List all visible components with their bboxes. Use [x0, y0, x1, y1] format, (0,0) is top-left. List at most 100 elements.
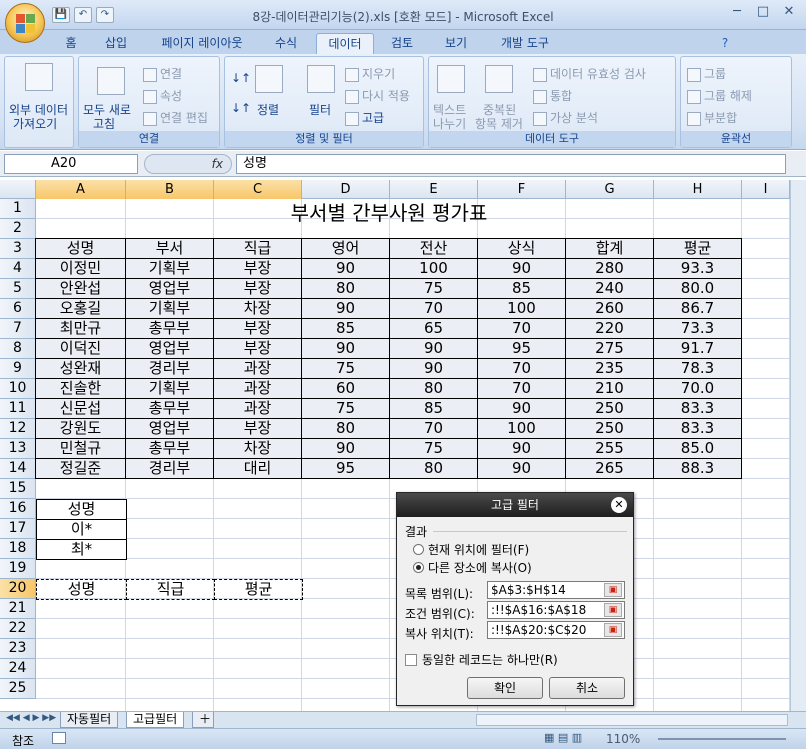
table-cell[interactable]: 총무부	[125, 398, 214, 419]
table-cell[interactable]: 100	[477, 298, 566, 319]
name-box[interactable]: A20	[4, 154, 138, 174]
tab-page-layout[interactable]: 페이지 레이아웃	[148, 33, 256, 54]
table-header-cell[interactable]: 영어	[301, 238, 390, 259]
sheet-tab-autofilter[interactable]: 자동필터	[60, 712, 119, 728]
remove-duplicates-label2[interactable]: 항목 제거	[475, 115, 523, 132]
row-header[interactable]: 3	[0, 239, 36, 259]
office-button[interactable]	[5, 3, 45, 43]
row-header[interactable]: 12	[0, 419, 36, 439]
view-buttons[interactable]: ▦ ▤ ▥	[544, 731, 582, 744]
row-header[interactable]: 21	[0, 599, 36, 619]
table-cell[interactable]: 70	[477, 358, 566, 379]
ungroup-button[interactable]: 그룹 해제	[687, 87, 752, 104]
row-header[interactable]: 15	[0, 479, 36, 499]
what-if-button[interactable]: 가상 분석	[533, 109, 598, 126]
redo-icon[interactable]: ↷	[96, 7, 114, 23]
sort-button[interactable]: 정렬	[257, 101, 279, 118]
row-header[interactable]: 7	[0, 319, 36, 339]
connections-button[interactable]: 연결	[143, 65, 182, 82]
table-cell[interactable]: 이정민	[35, 258, 126, 279]
save-icon[interactable]: 💾	[52, 7, 70, 23]
ok-button[interactable]: 확인	[467, 677, 543, 699]
range-picker-icon[interactable]: ▣	[604, 603, 622, 617]
table-cell[interactable]: 85	[389, 398, 478, 419]
table-cell[interactable]: 275	[565, 338, 654, 359]
table-cell[interactable]: 강원도	[35, 418, 126, 439]
select-all-corner[interactable]	[0, 180, 36, 199]
column-header-c[interactable]: C	[214, 180, 302, 199]
table-cell[interactable]: 95	[301, 458, 390, 479]
clear-button[interactable]: 지우기	[345, 65, 395, 82]
row-header[interactable]: 8	[0, 339, 36, 359]
table-cell[interactable]: 90	[389, 338, 478, 359]
table-cell[interactable]: 80	[301, 278, 390, 299]
range-picker-icon[interactable]: ▣	[604, 583, 622, 597]
maximize-button[interactable]: □	[752, 4, 774, 22]
criteria-cell[interactable]: 성명	[36, 499, 127, 520]
tab-insert[interactable]: 삽입	[96, 33, 136, 54]
table-cell[interactable]: 85.0	[653, 438, 742, 459]
formula-input[interactable]: 성명	[236, 154, 786, 174]
table-cell[interactable]: 280	[565, 258, 654, 279]
radio-copy[interactable]	[413, 562, 424, 573]
table-cell[interactable]: 90	[301, 258, 390, 279]
table-cell[interactable]: 대리	[213, 458, 302, 479]
table-cell[interactable]: 과장	[213, 378, 302, 399]
row-header[interactable]: 23	[0, 639, 36, 659]
tab-formulas[interactable]: 수식	[266, 33, 306, 54]
copy-to-input[interactable]: :!!$A$20:$C$20 ▣	[487, 621, 625, 639]
table-cell[interactable]: 70	[389, 418, 478, 439]
table-cell[interactable]: 총무부	[125, 438, 214, 459]
column-header-e[interactable]: E	[390, 180, 478, 199]
table-cell[interactable]: 86.7	[653, 298, 742, 319]
row-header[interactable]: 20	[0, 579, 36, 599]
tab-developer[interactable]: 개발 도구	[490, 33, 560, 54]
table-cell[interactable]: 90	[301, 438, 390, 459]
table-cell[interactable]: 65	[389, 318, 478, 339]
table-cell[interactable]: 75	[389, 438, 478, 459]
column-header-h[interactable]: H	[654, 180, 742, 199]
table-cell[interactable]: 70	[389, 298, 478, 319]
sort-az-icon[interactable]: ↓↑	[231, 71, 251, 85]
table-cell[interactable]: 90	[477, 258, 566, 279]
table-cell[interactable]: 성완재	[35, 358, 126, 379]
table-cell[interactable]: 부장	[213, 318, 302, 339]
table-cell[interactable]: 총무부	[125, 318, 214, 339]
sort-za-icon[interactable]: ↓↑	[231, 101, 251, 115]
zoom-level[interactable]: 110%	[606, 732, 640, 746]
table-cell[interactable]: 90	[301, 338, 390, 359]
row-header[interactable]: 13	[0, 439, 36, 459]
column-header-b[interactable]: B	[126, 180, 214, 199]
table-cell[interactable]: 60	[301, 378, 390, 399]
new-sheet-icon[interactable]: ＋	[192, 712, 214, 728]
row-header[interactable]: 1	[0, 199, 36, 219]
row-header[interactable]: 19	[0, 559, 36, 579]
table-cell[interactable]: 210	[565, 378, 654, 399]
table-cell[interactable]: 진솔한	[35, 378, 126, 399]
table-cell[interactable]: 과장	[213, 358, 302, 379]
table-cell[interactable]: 90	[389, 358, 478, 379]
range-picker-icon[interactable]: ▣	[604, 623, 622, 637]
table-cell[interactable]: 73.3	[653, 318, 742, 339]
table-cell[interactable]: 83.3	[653, 398, 742, 419]
table-cell[interactable]: 차장	[213, 298, 302, 319]
table-cell[interactable]: 85	[477, 278, 566, 299]
table-header-cell[interactable]: 상식	[477, 238, 566, 259]
row-header[interactable]: 2	[0, 219, 36, 239]
filter-button[interactable]: 필터	[309, 101, 331, 118]
table-cell[interactable]: 70	[477, 318, 566, 339]
unique-records-checkbox[interactable]: 동일한 레코드는 하나만(R)	[405, 651, 558, 668]
option-copy-to-location[interactable]: 다른 장소에 복사(O)	[413, 559, 532, 576]
undo-icon[interactable]: ↶	[74, 7, 92, 23]
table-cell[interactable]: 240	[565, 278, 654, 299]
row-header[interactable]: 25	[0, 679, 36, 699]
table-cell[interactable]: 부장	[213, 258, 302, 279]
table-cell[interactable]: 95	[477, 338, 566, 359]
row-header[interactable]: 22	[0, 619, 36, 639]
table-cell[interactable]: 100	[477, 418, 566, 439]
table-cell[interactable]: 부장	[213, 418, 302, 439]
cancel-button[interactable]: 취소	[549, 677, 625, 699]
table-cell[interactable]: 85	[301, 318, 390, 339]
refresh-all-label2[interactable]: 고침	[93, 115, 115, 132]
table-header-cell[interactable]: 전산	[389, 238, 478, 259]
